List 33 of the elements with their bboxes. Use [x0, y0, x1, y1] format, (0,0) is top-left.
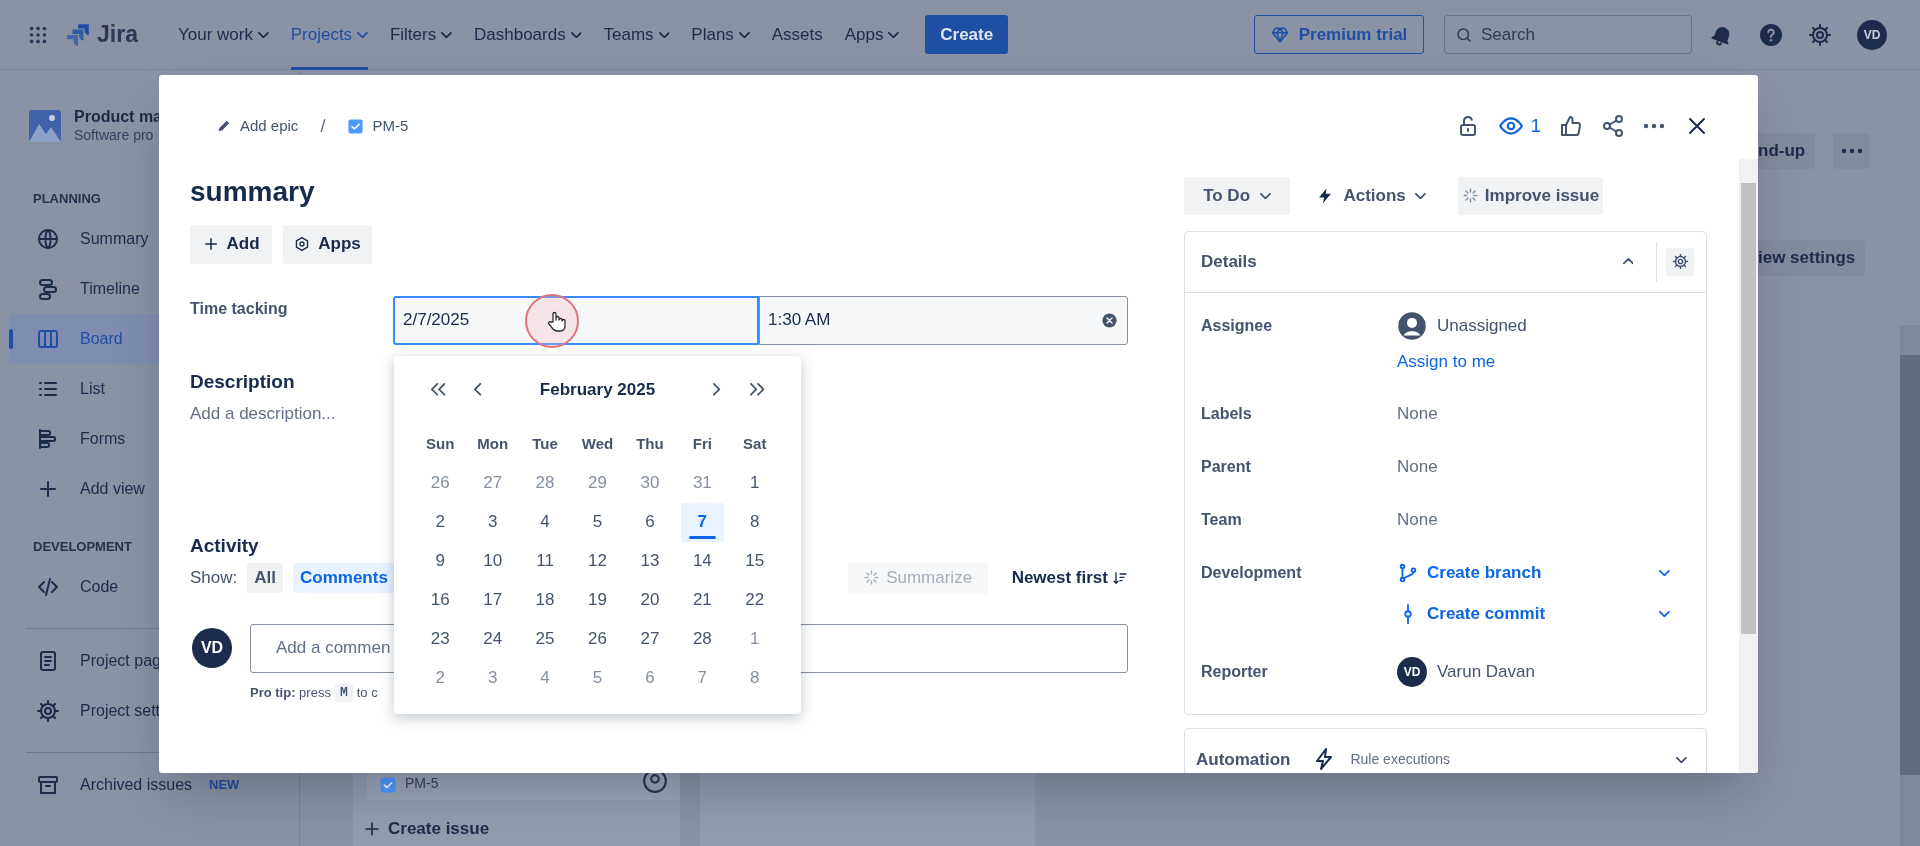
panel-title: Details: [1201, 250, 1258, 273]
field-label: Labels: [1201, 403, 1252, 424]
issue-key: PM-5: [405, 773, 439, 794]
breadcrumb-separator: /: [320, 114, 326, 138]
section-heading: DEVELOPMENT: [33, 538, 132, 557]
weekday-label: Mon: [476, 433, 510, 454]
section-heading: PLANNING: [33, 190, 101, 209]
field-value: Unassigned: [1437, 314, 1527, 337]
month-title: February 2025: [538, 378, 657, 401]
weekday-label: Sun: [425, 433, 456, 454]
new-label: NEW: [208, 776, 241, 795]
field-label: Assignee: [1201, 315, 1273, 336]
panel-title: Automation: [1196, 748, 1291, 771]
pro-tip-text: Pro tip: press: [250, 683, 331, 702]
weekday-label: Fri: [691, 433, 713, 454]
field-label: Development: [1201, 562, 1302, 583]
section-heading: Description: [190, 369, 295, 394]
weekday-label: Thu: [635, 433, 665, 454]
field-label: Parent: [1201, 456, 1251, 477]
section-heading: Activity: [190, 533, 259, 558]
pro-tip-text: to c: [356, 683, 378, 702]
field-label: Team: [1201, 509, 1242, 530]
user-avatar: VD: [1397, 656, 1427, 687]
field-label: Reporter: [1201, 661, 1268, 682]
weekday-label: Tue: [531, 433, 559, 454]
weekday-label: Wed: [580, 433, 615, 454]
panel-subtitle: Rule executions: [1350, 749, 1451, 769]
weekday-label: Sat: [742, 433, 768, 454]
field-value: Varun Davan: [1437, 660, 1535, 683]
user-avatar: VD: [192, 628, 232, 668]
keyboard-key: M: [334, 682, 353, 702]
project-type: Software pro: [74, 127, 155, 144]
show-label: Show:: [190, 566, 238, 589]
